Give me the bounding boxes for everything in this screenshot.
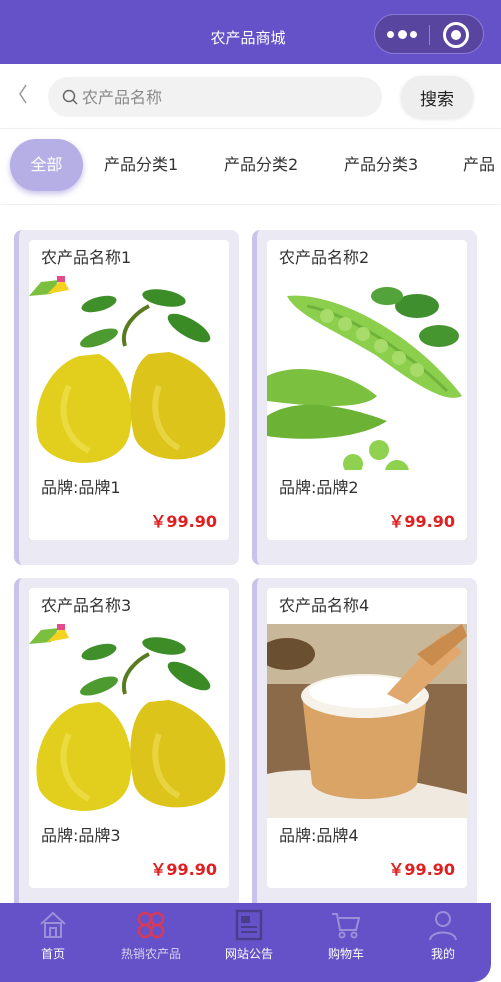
bottom-tab-bar: 首页 热销农产品 网站公告 购物车 我的	[0, 903, 491, 982]
product-card-body: 农产品名称3 品牌:品牌3 ￥99.90	[29, 588, 229, 888]
tab-category-4[interactable]: 产品	[463, 139, 495, 191]
product-price: ￥99.90	[150, 860, 217, 879]
search-button[interactable]: 搜索	[401, 76, 473, 118]
tabbar-label: 首页	[40, 947, 65, 961]
category-tabs: 全部 产品分类1 产品分类2 产品分类3 产品	[0, 128, 501, 204]
peas-image[interactable]	[267, 276, 467, 470]
product-card-body: 农产品名称2 品牌:品牌2 ￥99.90	[267, 240, 467, 540]
user-icon	[429, 911, 457, 941]
window-edge	[491, 903, 501, 982]
product-card-body: 农产品名称1 品牌:品牌1 ￥99.90	[29, 240, 229, 540]
tabbar-label: 网站公告	[224, 947, 273, 961]
chevron-left-icon[interactable]	[18, 84, 28, 104]
product-brand: 品牌:品牌3	[41, 826, 121, 845]
cart-icon	[332, 913, 361, 939]
product-brand: 品牌:品牌1	[41, 478, 121, 497]
product-brand: 品牌:品牌4	[279, 826, 359, 845]
hot-products-icon	[137, 911, 165, 939]
product-name: 农产品名称4	[279, 596, 370, 615]
product-card[interactable]: 农产品名称3 品牌:品牌3 ￥99.90	[14, 578, 239, 903]
tab-all[interactable]: 全部	[10, 139, 83, 191]
tab-category-1[interactable]: 产品分类1	[104, 139, 178, 191]
mini-program-capsule	[374, 14, 484, 54]
product-name: 农产品名称2	[279, 248, 370, 267]
search-field[interactable]	[48, 77, 382, 117]
product-price: ￥99.90	[388, 512, 455, 531]
product-card[interactable]: 农产品名称1 品牌:品牌1 ￥99.90	[14, 230, 239, 565]
product-card[interactable]: 农产品名称4 品牌:品牌4 ￥99.90	[252, 578, 477, 903]
navbar: 农产品商城	[0, 0, 501, 64]
product-card[interactable]: 农产品名称2 品牌:品牌2 ￥99.90	[252, 230, 477, 565]
tabbar-item-me[interactable]: 我的	[394, 903, 492, 982]
tab-category-3[interactable]: 产品分类3	[344, 139, 418, 191]
search-icon	[62, 89, 78, 105]
tabbar-item-hot-products[interactable]: 热销农产品	[102, 903, 200, 982]
product-card-body: 农产品名称4 品牌:品牌4 ￥99.90	[267, 588, 467, 888]
product-price: ￥99.90	[150, 512, 217, 531]
tabbar-item-cart[interactable]: 购物车	[297, 903, 395, 982]
tabbar-item-home[interactable]: 首页	[4, 903, 102, 982]
product-name: 农产品名称3	[41, 596, 132, 615]
rice-image[interactable]	[267, 624, 467, 818]
pomelo-image[interactable]	[29, 276, 229, 470]
search-bar: 搜索	[0, 64, 501, 128]
home-icon	[40, 911, 66, 938]
product-brand: 品牌:品牌2	[279, 478, 359, 497]
close-program-icon[interactable]	[443, 22, 469, 48]
tab-category-2[interactable]: 产品分类2	[224, 139, 298, 191]
tabbar-label: 热销农产品	[120, 947, 181, 961]
notice-icon	[235, 909, 263, 941]
capsule-divider	[429, 25, 430, 45]
tabbar-item-notice[interactable]: 网站公告	[200, 903, 298, 982]
search-input[interactable]	[82, 77, 372, 117]
tabbar-label: 我的	[430, 947, 455, 961]
product-grid: 农产品名称1 品牌:品牌1 ￥99.90 农产品名称2 品牌:品牌2 ￥99.9…	[0, 205, 501, 903]
product-price: ￥99.90	[388, 860, 455, 879]
pomelo-image[interactable]	[29, 624, 229, 818]
product-name: 农产品名称1	[41, 248, 132, 267]
more-menu-icon[interactable]	[387, 26, 417, 42]
tabbar-label: 购物车	[327, 947, 364, 961]
